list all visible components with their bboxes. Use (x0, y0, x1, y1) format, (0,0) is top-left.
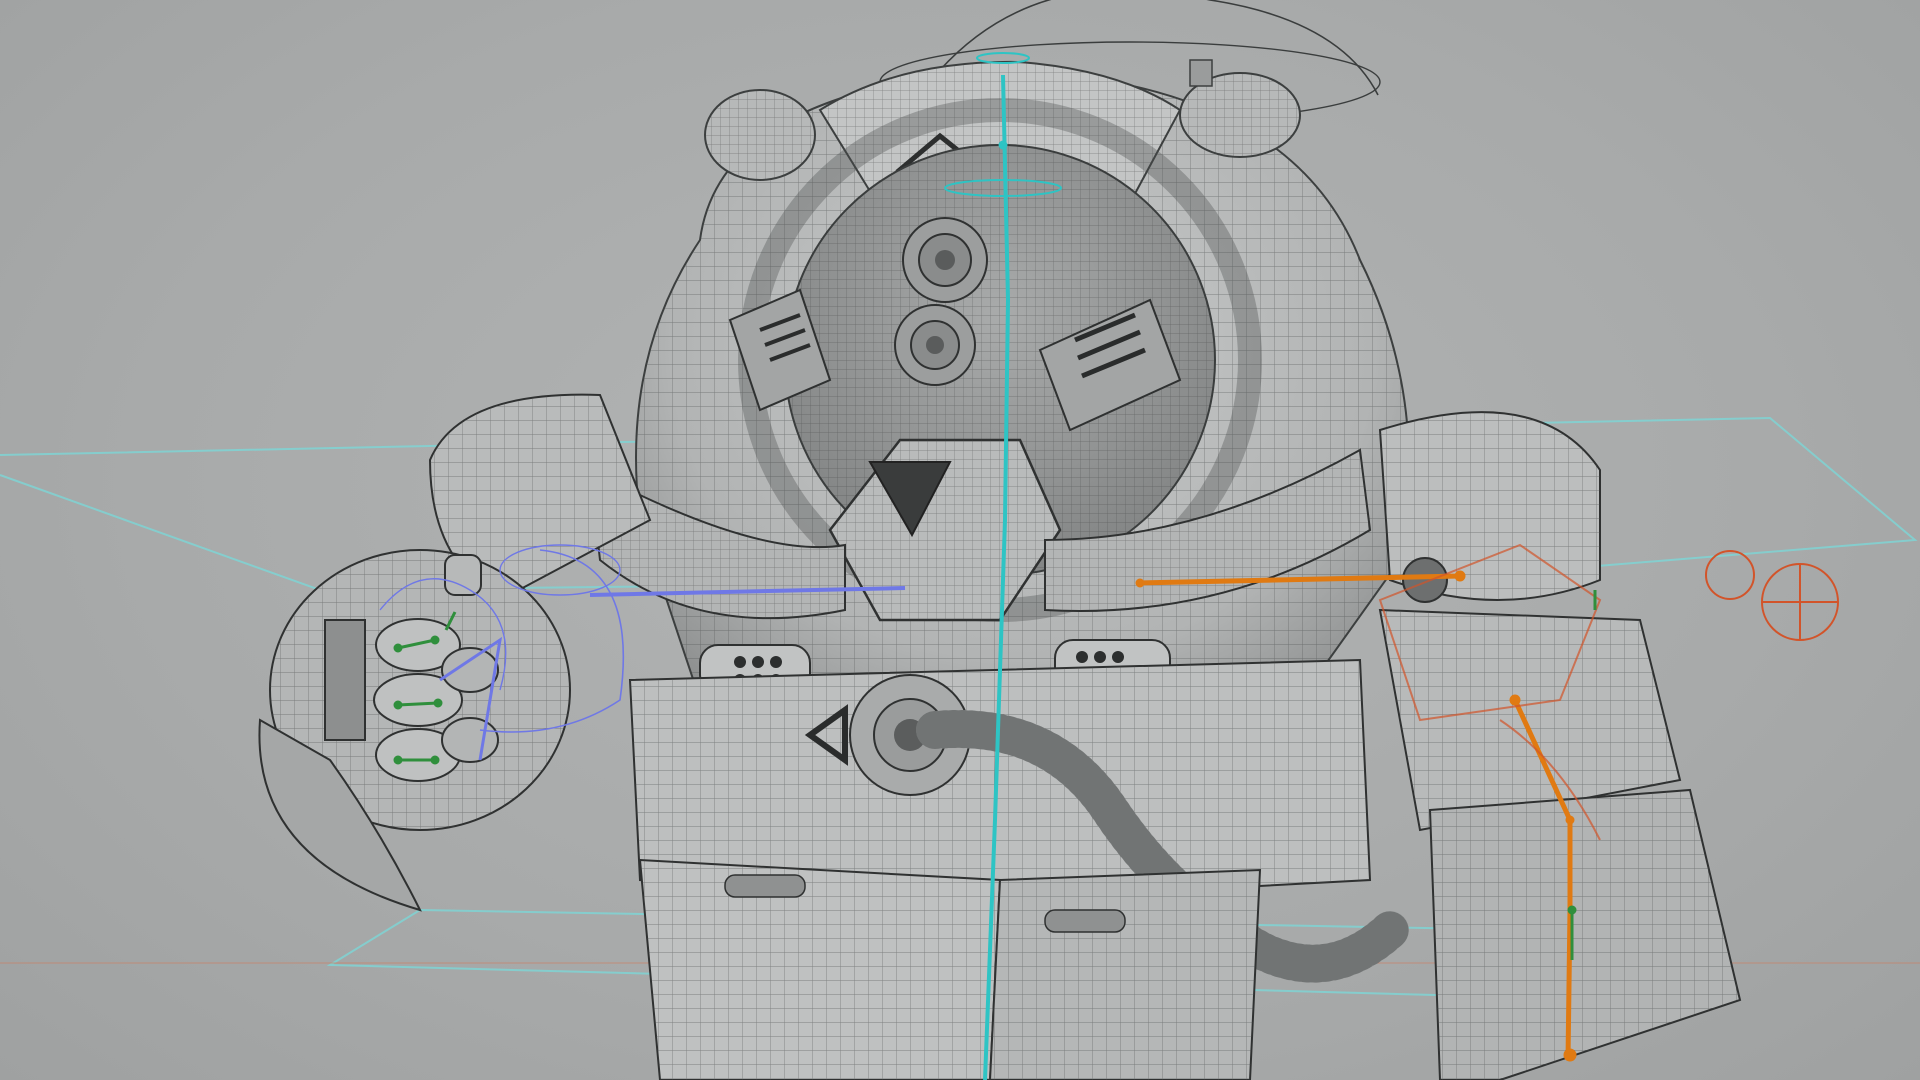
right-shoulder-pauldron[interactable] (1378, 411, 1601, 603)
hip-plates[interactable] (638, 858, 1262, 1080)
3d-viewport[interactable] (0, 0, 1920, 1080)
viewport-scene[interactable] (0, 0, 1920, 1080)
sensor-eye-upper[interactable] (902, 217, 988, 303)
right-forearm[interactable] (1428, 788, 1742, 1080)
sensor-eye-lower[interactable] (894, 304, 976, 386)
